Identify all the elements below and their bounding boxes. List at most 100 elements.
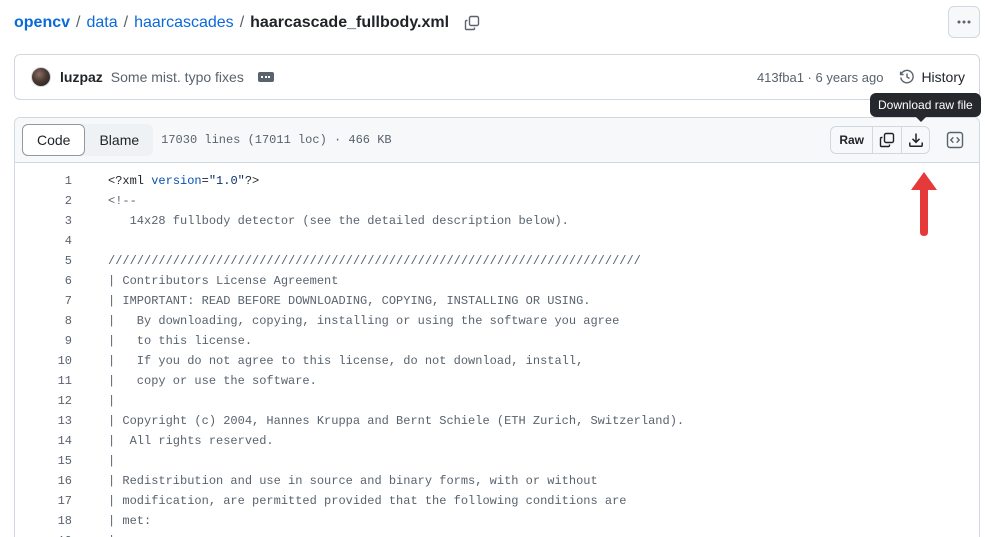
line-number[interactable]: 8 — [15, 311, 72, 331]
code-line: 5 ///////////////////////////////////////… — [15, 251, 979, 271]
more-options-button[interactable] — [948, 6, 980, 38]
breadcrumb-separator: / — [76, 14, 81, 31]
line-content: | All rights reserved. — [108, 434, 274, 448]
xml-decl-open: <?xml — [108, 174, 152, 188]
tab-blame[interactable]: Blame — [85, 124, 153, 156]
line-number[interactable]: 7 — [15, 291, 72, 311]
line-number[interactable]: 11 — [15, 371, 72, 391]
line-number[interactable]: 1 — [15, 171, 72, 191]
breadcrumb-repo-link[interactable]: opencv — [14, 14, 70, 32]
breadcrumb-file-name: haarcascade_fullbody.xml — [250, 14, 450, 31]
line-number[interactable]: 6 — [15, 271, 72, 291]
line-number[interactable]: 14 — [15, 431, 72, 451]
code-content: 1 <?xml version="1.0"?> 2 <!-- 3 14x28 fu… — [15, 163, 979, 537]
line-content: | If you do not agree to this license, d… — [108, 354, 584, 368]
history-button[interactable]: History — [899, 69, 965, 85]
line-content: <?xml version="1.0"?> — [108, 171, 259, 191]
line-number[interactable]: 5 — [15, 251, 72, 271]
copy-icon — [879, 132, 895, 148]
view-mode-toggle: Code Blame — [22, 124, 154, 156]
copy-raw-button[interactable] — [873, 127, 901, 153]
file-actions: Raw — [830, 126, 965, 154]
red-arrow-annotation — [911, 172, 937, 236]
code-line: 10 | If you do not agree to this license,… — [15, 351, 979, 371]
xml-decl-value: "1.0" — [208, 174, 245, 188]
breadcrumb-haarcascades-link[interactable]: haarcascades — [134, 14, 234, 32]
history-label: History — [921, 69, 965, 85]
file-viewer: Code Blame 17030 lines (17011 loc) · 466… — [14, 117, 980, 537]
code-line: 8 | By downloading, copying, installing o… — [15, 311, 979, 331]
tab-code[interactable]: Code — [22, 124, 86, 156]
code-line: 3 14x28 fullbody detector (see the detai… — [15, 211, 979, 231]
latest-commit-bar: luzpaz Some mist. typo fixes 413fba1 · 6… — [14, 54, 980, 100]
commit-author-link[interactable]: luzpaz — [60, 69, 103, 85]
code-line: 18 | met: — [15, 511, 979, 531]
line-number[interactable]: 19 — [15, 531, 72, 537]
line-number[interactable]: 4 — [15, 231, 72, 251]
line-content: | to this license. — [108, 334, 253, 348]
line-number[interactable]: 3 — [15, 211, 72, 231]
line-number[interactable]: 2 — [15, 191, 72, 211]
avatar[interactable] — [31, 67, 51, 87]
expand-commit-message-button[interactable] — [257, 72, 274, 82]
commit-hash-link[interactable]: 413fba1 — [757, 70, 804, 85]
commit-meta: 413fba1 · 6 years ago History — [757, 69, 965, 85]
line-content: 14x28 fullbody detector (see the detaile… — [108, 214, 569, 228]
copy-icon — [464, 15, 480, 31]
code-line: 19 | — [15, 531, 979, 537]
line-number[interactable]: 18 — [15, 511, 72, 531]
line-number[interactable]: 17 — [15, 491, 72, 511]
line-content: <!-- — [108, 194, 137, 208]
commit-meta-separator: · — [803, 69, 816, 85]
code-line: 14 | All rights reserved. — [15, 431, 979, 451]
line-number[interactable]: 9 — [15, 331, 72, 351]
code-line: 16 | Redistribution and use in source and… — [15, 471, 979, 491]
line-number[interactable]: 10 — [15, 351, 72, 371]
code-line: 9 | to this license. — [15, 331, 979, 351]
breadcrumb-separator: / — [123, 14, 129, 31]
kebab-horizontal-icon — [957, 20, 971, 24]
code-line: 12 | — [15, 391, 979, 411]
code-line: 17 | modification, are permitted provided… — [15, 491, 979, 511]
line-content: ////////////////////////////////////////… — [108, 254, 641, 268]
file-info: 17030 lines (17011 loc) · 466 KB — [161, 133, 392, 147]
download-tooltip: Download raw file — [870, 93, 981, 122]
file-action-group: Raw — [830, 126, 930, 154]
line-content: | — [108, 454, 116, 468]
xml-decl-eq: = — [201, 174, 209, 188]
line-content: | met: — [108, 514, 152, 528]
line-number[interactable]: 15 — [15, 451, 72, 471]
line-content: | — [108, 531, 115, 537]
history-icon — [900, 69, 915, 84]
breadcrumb-data-link[interactable]: data — [86, 14, 117, 32]
breadcrumb-separator: / — [239, 14, 245, 31]
code-line: 6 | Contributors License Agreement — [15, 271, 979, 291]
xml-decl-attr: version — [151, 174, 202, 188]
raw-button[interactable]: Raw — [831, 127, 873, 153]
commit-age: 6 years ago — [815, 69, 884, 85]
line-content: | copy or use the software. — [108, 374, 317, 388]
line-content: | — [108, 394, 116, 408]
line-content: | Copyright (c) 2004, Hannes Kruppa and … — [108, 414, 685, 428]
code-line: 2 <!-- — [15, 191, 979, 211]
xml-decl-close: ?> — [244, 174, 260, 188]
line-content: | By downloading, copying, installing or… — [108, 314, 620, 328]
code-line: 1 <?xml version="1.0"?> — [15, 171, 979, 191]
symbols-panel-button[interactable] — [945, 130, 965, 150]
code-square-icon — [946, 131, 964, 149]
code-line: 7 | IMPORTANT: READ BEFORE DOWNLOADING, C… — [15, 291, 979, 311]
line-content: | Redistribution and use in source and b… — [108, 474, 598, 488]
download-raw-button[interactable] — [901, 127, 929, 153]
line-content: | modification, are permitted provided t… — [108, 494, 627, 508]
commit-message-link[interactable]: Some mist. typo fixes — [111, 69, 244, 85]
code-line: 11 | copy or use the software. — [15, 371, 979, 391]
line-number[interactable]: 13 — [15, 411, 72, 431]
line-number[interactable]: 16 — [15, 471, 72, 491]
code-line: 13 | Copyright (c) 2004, Hannes Kruppa an… — [15, 411, 979, 431]
line-number[interactable]: 12 — [15, 391, 72, 411]
breadcrumb: opencv / data / haarcascades / haarcasca… — [14, 11, 481, 35]
copy-path-button[interactable] — [463, 14, 481, 32]
file-header: Code Blame 17030 lines (17011 loc) · 466… — [15, 118, 979, 163]
code-line: 4 — [15, 231, 979, 251]
download-icon — [908, 133, 923, 147]
